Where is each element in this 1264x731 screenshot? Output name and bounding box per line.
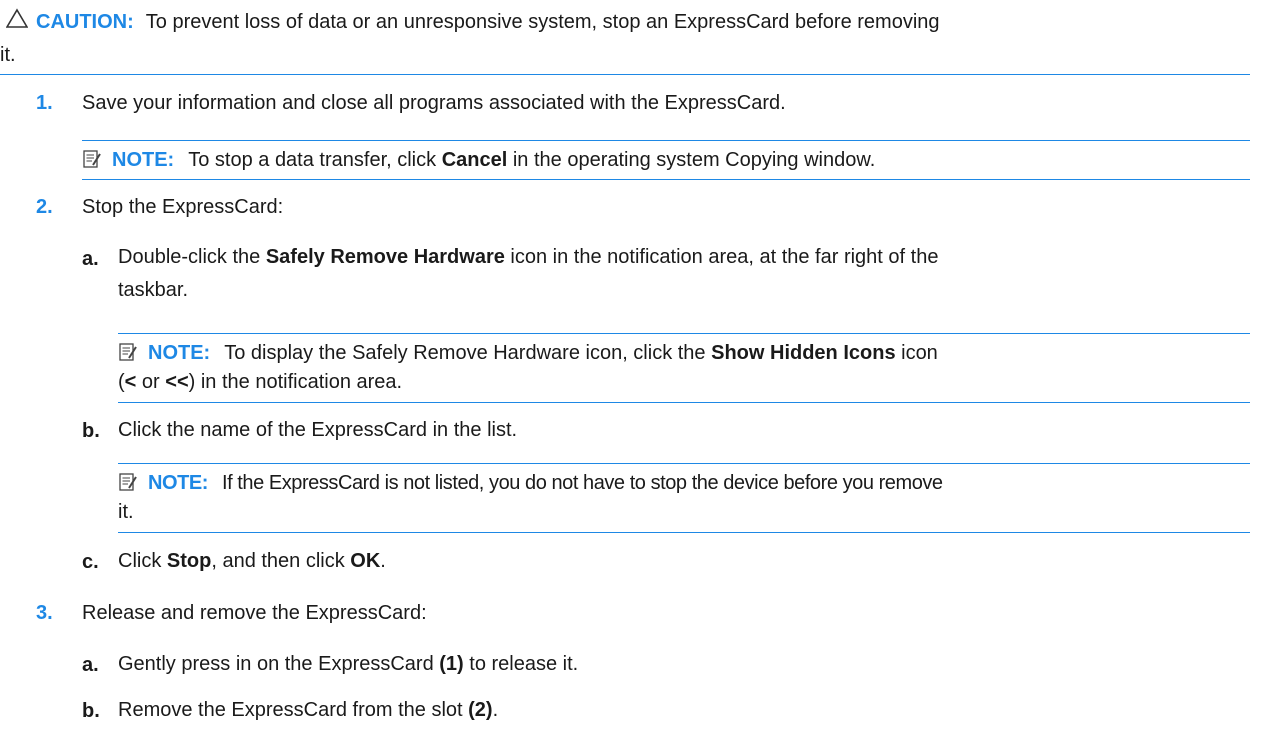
note-bold: < <box>124 371 137 393</box>
step-2a-bold: Safely Remove Hardware <box>265 246 505 268</box>
caution-block: CAUTION: To prevent loss of data or an un… <box>0 0 1250 75</box>
note-text: If the ExpressCard is not listed, you do… <box>221 472 943 494</box>
step-3b-bold: (2) <box>468 699 493 721</box>
note-label: NOTE: <box>112 149 175 171</box>
note-bold: Cancel <box>441 149 508 171</box>
step-2c-text-end: . <box>380 550 386 572</box>
note-2a: NOTE: To display the Safely Remove Hardwa… <box>118 333 1250 403</box>
note-1-body: NOTE: To stop a data transfer, click Canc… <box>112 145 875 175</box>
note-2a-line2: (< or <<) in the notification area. <box>118 367 402 397</box>
step-2c-text: Click Stop, and then click OK. <box>118 545 386 578</box>
step-2c-bold-stop: Stop <box>166 550 212 572</box>
caution-line1: To prevent loss of data or an unresponsi… <box>145 11 940 33</box>
step-3b-text-start: Remove the ExpressCard from the slot <box>118 699 469 721</box>
step-3-number: 3. <box>36 602 53 624</box>
note-bold: << <box>165 371 189 393</box>
step-2a-text: Double-click the Safely Remove Hardware … <box>118 241 938 307</box>
note-text: ) in the notification area. <box>188 371 403 393</box>
step-3a-bold: (1) <box>439 653 464 675</box>
step-2-number: 2. <box>36 196 53 218</box>
note-text: To display the Safely Remove Hardware ic… <box>224 342 712 364</box>
note-label: NOTE: <box>148 342 211 364</box>
step-3a-text-start: Gently press in on the ExpressCard <box>118 653 440 675</box>
note-text: To stop a data transfer, click <box>188 149 442 171</box>
step-3b-letter: b. <box>82 700 100 722</box>
note-bold: Show Hidden Icons <box>711 342 896 364</box>
step-2c-letter: c. <box>82 551 99 573</box>
note-text-end: in the operating system Copying window. <box>507 149 876 171</box>
note-2a-body: NOTE: To display the Safely Remove Hardwa… <box>148 338 1248 368</box>
step-2b-text: Click the name of the ExpressCard in the… <box>118 419 518 441</box>
note-label: NOTE: <box>148 472 208 494</box>
step-3a-text: Gently press in on the ExpressCard (1) t… <box>118 648 578 681</box>
step-2a-text-end: icon in the notification area, at the fa… <box>504 246 939 268</box>
note-2b-line2: it. <box>118 501 134 523</box>
note-icon <box>119 473 137 491</box>
step-2c-text-middle: , and then click <box>211 550 351 572</box>
step-1-text: Save your information and close all prog… <box>82 92 786 114</box>
caution-line2: it. <box>0 44 16 66</box>
caution-text: CAUTION: To prevent loss of data or an un… <box>36 6 1250 39</box>
step-3a-text-end: to release it. <box>463 653 579 675</box>
caution-triangle-icon <box>6 8 28 28</box>
caution-label: CAUTION: <box>36 11 134 33</box>
note-text-end: icon <box>895 342 938 364</box>
note-text: or <box>136 371 166 393</box>
step-3b-text: Remove the ExpressCard from the slot (2)… <box>118 694 498 727</box>
step-2b-letter: b. <box>82 420 100 442</box>
note-2b-body: NOTE: If the ExpressCard is not listed, y… <box>148 468 1248 498</box>
note-icon <box>119 343 137 361</box>
step-3a-letter: a. <box>82 654 99 676</box>
step-1-number: 1. <box>36 92 53 114</box>
step-2c-bold-ok: OK <box>350 550 381 572</box>
step-2c-text-start: Click <box>118 550 167 572</box>
step-2a-line2: taskbar. <box>118 279 189 301</box>
note-text: ( <box>118 371 125 393</box>
note-2b: NOTE: If the ExpressCard is not listed, y… <box>118 463 1250 533</box>
step-2a-text-start: Double-click the <box>118 246 266 268</box>
note-icon <box>83 150 101 168</box>
step-3b-text-end: . <box>492 699 499 721</box>
step-3-text: Release and remove the ExpressCard: <box>82 602 427 624</box>
step-2a-letter: a. <box>82 248 99 270</box>
step-2-text: Stop the ExpressCard: <box>82 196 284 218</box>
note-1: NOTE: To stop a data transfer, click Canc… <box>82 140 1250 180</box>
